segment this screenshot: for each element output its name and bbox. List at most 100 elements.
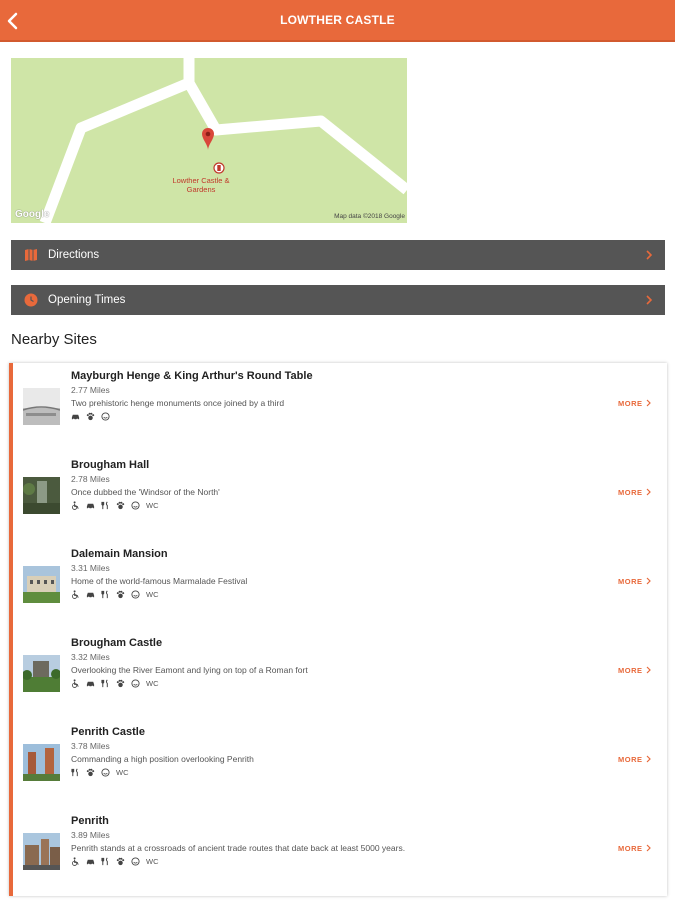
site-thumbnail <box>23 477 60 514</box>
wc-label: WC <box>146 589 159 599</box>
site-amenities: WC <box>71 855 159 867</box>
google-logo: Google <box>15 209 50 220</box>
more-link[interactable]: MORE <box>618 577 651 586</box>
site-thumbnail <box>23 744 60 781</box>
site-name: Penrith <box>71 815 109 827</box>
site-name: Brougham Hall <box>71 459 150 471</box>
chevron-right-icon <box>646 488 651 496</box>
more-link[interactable]: MORE <box>618 399 651 408</box>
site-item[interactable]: Brougham Castle 3.32 Miles Overlooking t… <box>13 630 667 719</box>
smile-icon <box>131 500 140 510</box>
car-icon <box>86 592 95 599</box>
more-label: MORE <box>618 755 643 764</box>
site-distance: 3.78 Miles <box>71 741 110 751</box>
site-thumbnail <box>23 833 60 870</box>
page-title: LOWTHER CASTLE <box>280 13 395 27</box>
site-distance: 3.89 Miles <box>71 830 110 840</box>
site-description: Overlooking the River Eamont and lying o… <box>71 665 308 675</box>
more-link[interactable]: MORE <box>618 844 651 853</box>
site-thumbnail <box>23 655 60 692</box>
nearby-sites-heading: Nearby Sites <box>11 331 97 348</box>
site-item[interactable]: Brougham Hall 2.78 Miles Once dubbed the… <box>13 452 667 541</box>
location-map[interactable]: Lowther Castle & Gardens Google Map data… <box>11 58 407 223</box>
clock-icon <box>24 293 38 307</box>
chevron-right-icon <box>646 666 651 674</box>
food-icon <box>101 501 108 509</box>
map-pin-icon[interactable] <box>201 127 215 151</box>
smile-icon <box>101 411 110 421</box>
more-label: MORE <box>618 844 643 853</box>
site-item[interactable]: Mayburgh Henge & King Arthur's Round Tab… <box>13 363 667 452</box>
dog-icon <box>116 679 125 687</box>
more-link[interactable]: MORE <box>618 488 651 497</box>
wheelchair-icon <box>72 500 79 510</box>
site-amenities: WC <box>71 588 159 600</box>
dog-icon <box>86 412 95 420</box>
dog-icon <box>116 590 125 598</box>
site-item[interactable]: Penrith 3.89 Miles Penrith stands at a c… <box>13 808 667 897</box>
map-place-label: Lowther Castle & Gardens <box>172 176 230 194</box>
chevron-right-icon <box>646 295 653 305</box>
wheelchair-icon <box>72 589 79 599</box>
site-description: Commanding a high position overlooking P… <box>71 754 254 764</box>
more-label: MORE <box>618 399 643 408</box>
site-item[interactable]: Penrith Castle 3.78 Miles Commanding a h… <box>13 719 667 808</box>
chevron-right-icon <box>646 399 651 407</box>
dog-icon <box>116 501 125 509</box>
site-description: Two prehistoric henge monuments once joi… <box>71 398 285 408</box>
chevron-right-icon <box>646 844 651 852</box>
more-label: MORE <box>618 488 643 497</box>
site-distance: 2.77 Miles <box>71 385 110 395</box>
opening-times-button[interactable]: Opening Times <box>11 285 665 315</box>
wc-label: WC <box>116 767 129 777</box>
site-amenities <box>71 410 110 422</box>
wheelchair-icon <box>72 856 79 866</box>
site-description: Once dubbed the 'Windsor of the North' <box>71 487 220 497</box>
car-icon <box>86 859 95 866</box>
opening-times-label: Opening Times <box>48 294 126 306</box>
site-thumbnail <box>23 566 60 603</box>
directions-button[interactable]: Directions <box>11 240 665 270</box>
smile-icon <box>131 678 140 688</box>
more-link[interactable]: MORE <box>618 755 651 764</box>
food-icon <box>71 768 78 776</box>
wc-label: WC <box>146 856 159 866</box>
site-name: Brougham Castle <box>71 637 163 649</box>
food-icon <box>101 679 108 687</box>
food-icon <box>101 857 108 865</box>
more-link[interactable]: MORE <box>618 666 651 675</box>
site-name: Penrith Castle <box>71 726 145 738</box>
dog-icon <box>86 768 95 776</box>
directions-label: Directions <box>48 249 100 261</box>
site-description: Penrith stands at a crossroads of ancien… <box>71 843 406 853</box>
nearby-sites-list: Mayburgh Henge & King Arthur's Round Tab… <box>9 363 667 896</box>
site-distance: 2.78 Miles <box>71 474 110 484</box>
more-label: MORE <box>618 666 643 675</box>
map-icon <box>25 249 37 261</box>
site-name: Dalemain Mansion <box>71 548 168 560</box>
dog-icon <box>116 857 125 865</box>
site-name: Mayburgh Henge & King Arthur's Round Tab… <box>71 370 313 382</box>
museum-marker-icon <box>213 162 225 174</box>
chevron-right-icon <box>646 755 651 763</box>
site-item[interactable]: Dalemain Mansion 3.31 Miles Home of the … <box>13 541 667 630</box>
site-amenities: WC <box>71 677 159 689</box>
wc-label: WC <box>146 678 159 688</box>
car-icon <box>86 503 95 510</box>
smile-icon <box>131 589 140 599</box>
more-label: MORE <box>618 577 643 586</box>
top-bar: LOWTHER CASTLE <box>0 0 675 42</box>
car-icon <box>86 681 95 688</box>
chevron-right-icon <box>646 250 653 260</box>
site-description: Home of the world-famous Marmalade Festi… <box>71 576 248 586</box>
site-amenities: WC <box>71 499 159 511</box>
site-distance: 3.31 Miles <box>71 563 110 573</box>
wc-label: WC <box>146 500 159 510</box>
smile-icon <box>101 767 110 777</box>
smile-icon <box>131 856 140 866</box>
wheelchair-icon <box>72 678 79 688</box>
car-icon <box>71 414 80 421</box>
map-credit[interactable]: Map data ©2018 Google <box>334 213 405 220</box>
food-icon <box>101 590 108 598</box>
chevron-right-icon <box>646 577 651 585</box>
